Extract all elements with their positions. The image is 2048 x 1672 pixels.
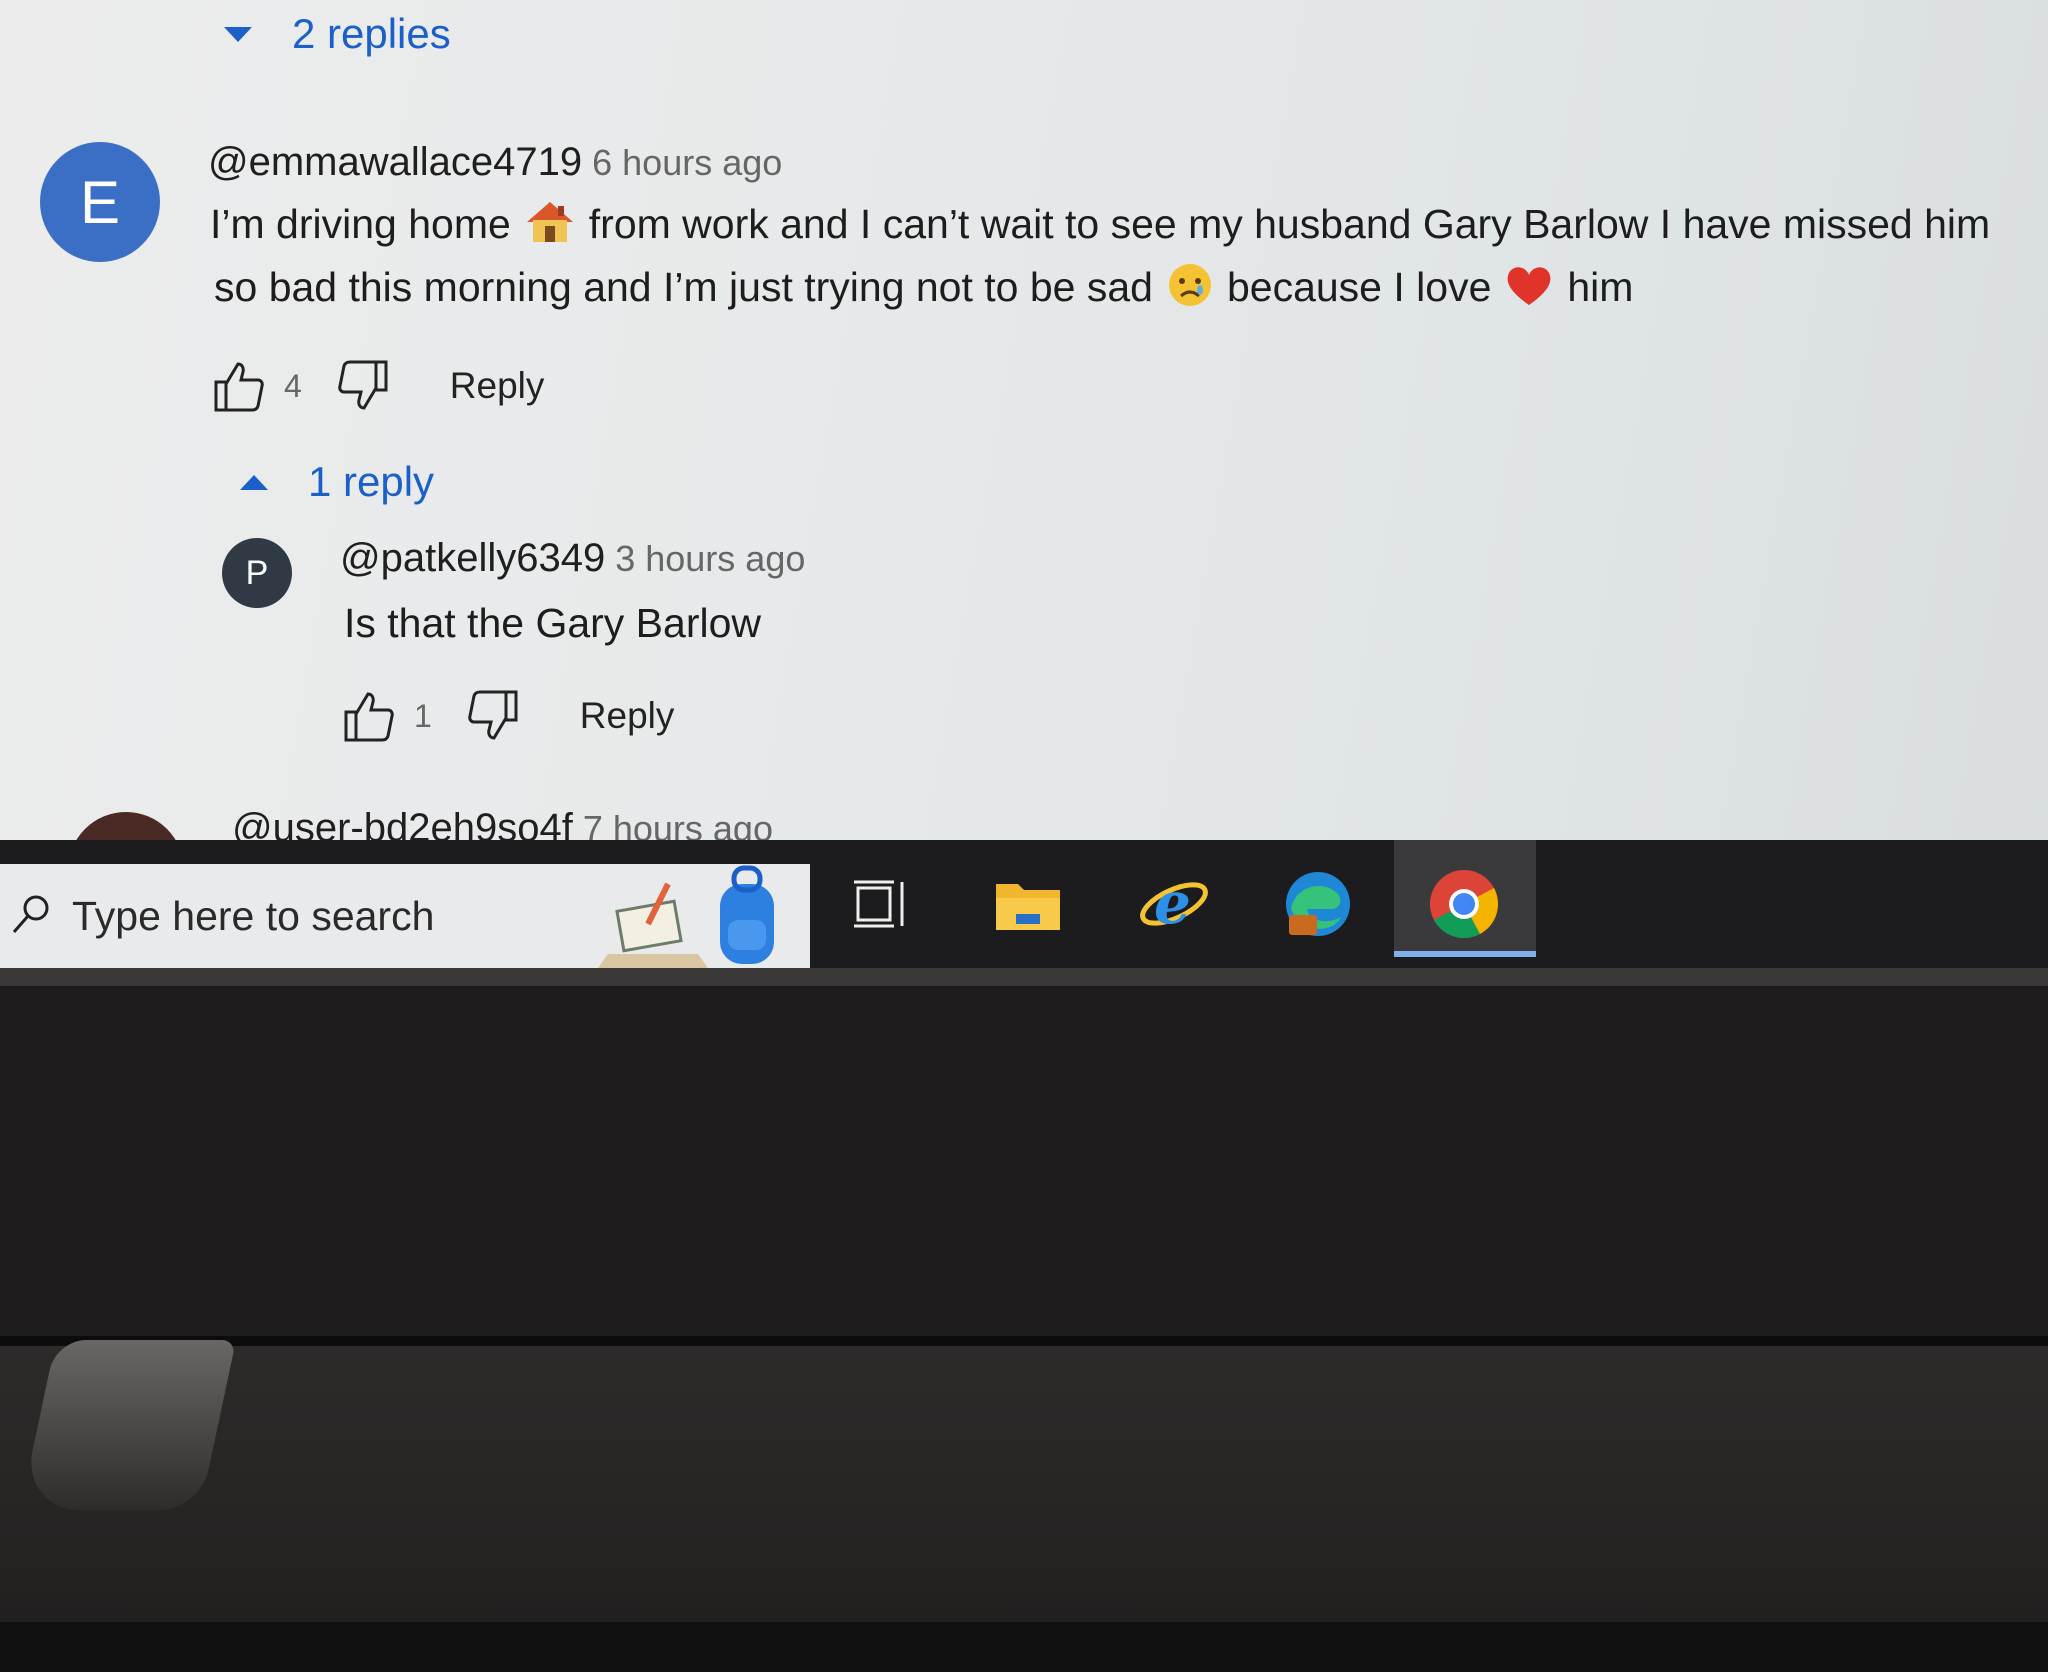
thumbs-up-icon[interactable] <box>340 688 396 744</box>
sad-face-emoji-icon <box>1167 262 1213 318</box>
svg-text:e: e <box>1154 871 1191 937</box>
like-count: 4 <box>284 367 302 404</box>
replies-toggle-2[interactable]: 2 replies <box>224 10 451 58</box>
reply-author[interactable]: @patkelly6349 <box>340 536 605 580</box>
reply-header: @patkelly6349 3 hours ago <box>340 536 805 581</box>
active-app-indicator <box>1394 951 1536 957</box>
youtube-comments-screen: 2 replies E @emmawallace4719 6 hours ago … <box>0 0 2048 968</box>
comment-text-part: him <box>1567 263 1634 310</box>
comment-time[interactable]: 6 hours ago <box>592 142 782 183</box>
comment-text-part: from work and I can’t wait to see my hus… <box>588 200 1991 247</box>
avatar-emma[interactable]: E <box>40 142 160 262</box>
house-emoji-icon <box>525 200 575 254</box>
task-view-icon[interactable] <box>838 862 922 946</box>
laptop-bezel <box>0 986 2048 1336</box>
news-widget-icon[interactable] <box>598 874 708 968</box>
thumbs-up-icon[interactable] <box>210 358 266 414</box>
file-explorer-icon[interactable] <box>986 862 1070 946</box>
caret-up-icon <box>240 474 268 490</box>
comment-actions: 4 Reply <box>210 358 544 414</box>
reply-button[interactable]: Reply <box>450 365 545 407</box>
thumbs-down-icon[interactable] <box>466 688 522 744</box>
replies-toggle-label: 1 reply <box>308 458 435 505</box>
chrome-icon[interactable] <box>1422 862 1506 946</box>
windows-taskbar: Type here to search e <box>0 840 2048 968</box>
taskbar-search-box[interactable]: Type here to search <box>0 864 810 968</box>
screen-bezel-edge <box>0 968 2048 986</box>
replies-toggle-label: 2 replies <box>292 10 451 57</box>
red-heart-emoji-icon <box>1505 263 1553 317</box>
comment-text-part: so bad this morning and I’m just trying … <box>214 263 1153 310</box>
comment-text-line-1: I’m driving home from work and I can’t wa… <box>210 200 1990 254</box>
comment-header: @emmawallace4719 6 hours ago <box>208 140 782 185</box>
avatar-letter: P <box>245 553 269 592</box>
comment-text-part: I’m driving home <box>210 200 511 247</box>
edge-icon[interactable] <box>1276 862 1360 946</box>
avatar-letter: E <box>79 168 121 236</box>
reply-button[interactable]: Reply <box>580 695 675 737</box>
reply-time[interactable]: 3 hours ago <box>615 538 805 579</box>
search-icon <box>10 892 54 941</box>
keyboard-edge <box>0 1622 2048 1672</box>
thumbs-down-icon[interactable] <box>336 358 392 414</box>
replies-toggle-1[interactable]: 1 reply <box>240 458 434 506</box>
avatar-patkelly[interactable]: P <box>222 538 292 608</box>
hinge-line <box>0 1336 2048 1346</box>
backpack-icon[interactable] <box>712 864 782 968</box>
comment-text-part: because I love <box>1226 263 1492 310</box>
comment-author[interactable]: @emmawallace4719 <box>208 140 582 184</box>
caret-down-icon <box>224 26 252 42</box>
reply-actions: 1 Reply <box>340 688 674 744</box>
internet-explorer-icon[interactable]: e <box>1132 862 1216 946</box>
like-count: 1 <box>414 697 432 734</box>
comment-text-line-2: so bad this morning and I’m just trying … <box>214 262 1633 318</box>
reply-text: Is that the Gary Barlow <box>344 600 762 646</box>
search-placeholder: Type here to search <box>72 892 435 939</box>
